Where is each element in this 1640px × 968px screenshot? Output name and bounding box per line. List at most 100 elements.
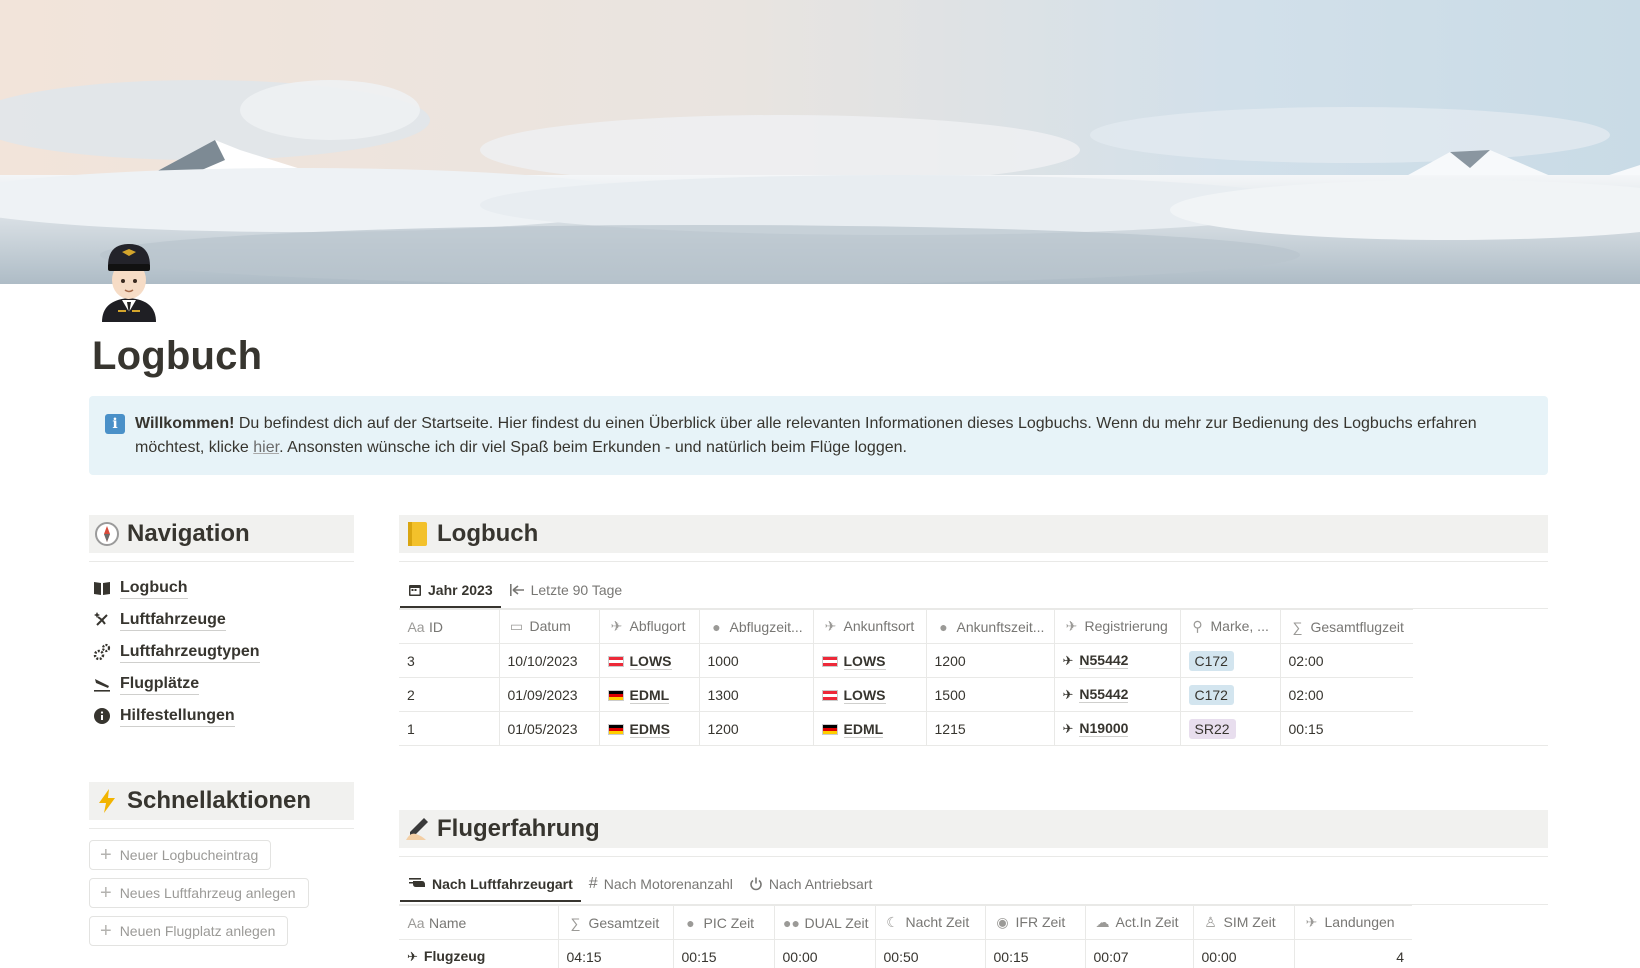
relation-link[interactable]: EDMS bbox=[629, 720, 670, 738]
nav-item-flugplaetze[interactable]: Flugplätze bbox=[92, 668, 332, 700]
cell-registrierung[interactable]: ✈ N19000 bbox=[1054, 711, 1181, 746]
column-header-datum[interactable]: ▭ Datum bbox=[499, 609, 600, 644]
column-header-nacht-zeit[interactable]: ☾ Nacht Zeit bbox=[875, 905, 986, 940]
hash-icon: # bbox=[588, 875, 598, 892]
table-row[interactable]: 1 01/05/2023 EDMS 1200 EDML 1215 ✈ N19000… bbox=[399, 711, 1413, 746]
tab-letzte-90-tage[interactable]: Letzte 90 Tage bbox=[501, 573, 631, 607]
column-header-marke[interactable]: ⚲ Marke, ... bbox=[1180, 609, 1281, 644]
cell-datum[interactable]: 10/10/2023 bbox=[499, 643, 600, 678]
cell-name[interactable]: ✈ Flugzeug bbox=[399, 939, 559, 968]
nav-item-hilfestellungen[interactable]: Hilfestellungen bbox=[92, 700, 332, 732]
cell-datum[interactable]: 01/05/2023 bbox=[499, 711, 600, 746]
relation-link[interactable]: LOWS bbox=[843, 652, 886, 670]
relation-link[interactable]: N55442 bbox=[1079, 686, 1129, 703]
column-header-sim-zeit[interactable]: ♙ SIM Zeit bbox=[1193, 905, 1295, 940]
helicopter-icon bbox=[408, 877, 426, 891]
column-header-ifr-zeit[interactable]: ◉ IFR Zeit bbox=[985, 905, 1086, 940]
new-logbook-entry-button[interactable]: + Neuer Logbucheintrag bbox=[89, 840, 272, 870]
column-header-abflugort[interactable]: ✈ Abflugort bbox=[599, 609, 700, 644]
cell-ifr[interactable]: 00:15 bbox=[985, 939, 1086, 968]
column-header-dual-zeit[interactable]: ●● DUAL Zeit bbox=[774, 905, 876, 940]
column-header-registrierung[interactable]: ✈ Registrierung bbox=[1054, 609, 1181, 644]
nav-item-logbuch[interactable]: Logbuch bbox=[92, 572, 332, 604]
cell-gesamtflugzeit[interactable]: 02:00 bbox=[1280, 677, 1413, 712]
tab-label: Nach Motorenanzahl bbox=[603, 876, 733, 892]
cell-abflugort[interactable]: EDMS bbox=[599, 711, 700, 746]
book-icon bbox=[92, 578, 112, 598]
cloud-icon: ☁ bbox=[1095, 914, 1110, 930]
table-header-row: Aa Name ∑ Gesamtzeit ● PIC Zeit ●● DUAL Zeit… bbox=[399, 905, 1412, 940]
info-icon: i bbox=[105, 414, 125, 434]
cell-nacht[interactable]: 00:50 bbox=[875, 939, 986, 968]
cell-id[interactable]: 2 bbox=[399, 677, 500, 712]
cell-abflugzeit[interactable]: 1300 bbox=[699, 677, 814, 712]
cell-abflugort[interactable]: LOWS bbox=[599, 643, 700, 678]
column-header-gesamtzeit[interactable]: ∑ Gesamtzeit bbox=[558, 905, 674, 940]
cell-ankunftsort[interactable]: EDML bbox=[813, 711, 927, 746]
navigation-divider bbox=[89, 561, 354, 562]
cell-ankunftszeit[interactable]: 1200 bbox=[926, 643, 1055, 678]
new-aircraft-button[interactable]: + Neues Luftfahrzeug anlegen bbox=[89, 878, 309, 908]
cell-ankunftszeit[interactable]: 1500 bbox=[926, 677, 1055, 712]
nav-item-label: Logbuch bbox=[120, 578, 188, 599]
cell-marke[interactable]: C172 bbox=[1180, 677, 1281, 712]
tab-jahr-2023[interactable]: Jahr 2023 bbox=[400, 573, 501, 608]
cell-gesamtzeit[interactable]: 04:15 bbox=[558, 939, 674, 968]
relation-link[interactable]: N55442 bbox=[1079, 652, 1129, 669]
table-row[interactable]: ✈ Flugzeug 04:15 00:15 00:00 00:50 00:15 … bbox=[399, 939, 1412, 968]
relation-link[interactable]: LOWS bbox=[843, 686, 886, 704]
column-header-abflugzeit[interactable]: ● Abflugzeit... bbox=[699, 609, 814, 644]
cell-gesamtflugzeit[interactable]: 02:00 bbox=[1280, 643, 1413, 678]
experience-heading: Flugerfahrung bbox=[399, 810, 1548, 848]
table-row[interactable]: 2 01/09/2023 EDML 1300 LOWS 1500 ✈ N55442… bbox=[399, 677, 1413, 712]
cell-abflugzeit[interactable]: 1200 bbox=[699, 711, 814, 746]
cell-pic[interactable]: 00:15 bbox=[673, 939, 775, 968]
column-header-gesamtflugzeit[interactable]: ∑ Gesamtflugzeit bbox=[1280, 609, 1413, 644]
cell-registrierung[interactable]: ✈ N55442 bbox=[1054, 643, 1181, 678]
relation-link[interactable]: EDML bbox=[629, 686, 670, 704]
plane-icon: ✈ bbox=[1062, 653, 1074, 668]
relation-link[interactable]: LOWS bbox=[629, 652, 672, 670]
column-header-id[interactable]: Aa ID bbox=[399, 609, 500, 644]
austria-flag-icon bbox=[607, 655, 624, 667]
relation-link[interactable]: EDML bbox=[843, 720, 884, 738]
cell-abflugzeit[interactable]: 1000 bbox=[699, 643, 814, 678]
column-header-pic-zeit[interactable]: ● PIC Zeit bbox=[673, 905, 775, 940]
cell-marke[interactable]: SR22 bbox=[1180, 711, 1281, 746]
person-icon: ● bbox=[686, 914, 695, 931]
cell-abflugort[interactable]: EDML bbox=[599, 677, 700, 712]
plus-icon: + bbox=[100, 844, 112, 866]
cell-sim[interactable]: 00:00 bbox=[1193, 939, 1295, 968]
relation-link[interactable]: N19000 bbox=[1079, 720, 1129, 737]
new-airfield-button[interactable]: + Neuen Flugplatz anlegen bbox=[89, 916, 289, 946]
table-row[interactable]: 3 10/10/2023 LOWS 1000 LOWS 1200 ✈ N55442… bbox=[399, 643, 1413, 678]
callout-link-here[interactable]: hier bbox=[253, 439, 279, 456]
row-name[interactable]: Flugzeug bbox=[424, 948, 485, 964]
cell-datum[interactable]: 01/09/2023 bbox=[499, 677, 600, 712]
tab-nach-motorenanzahl[interactable]: # Nach Motorenanzahl bbox=[581, 867, 741, 901]
cell-marke[interactable]: C172 bbox=[1180, 643, 1281, 678]
column-header-landungen[interactable]: ✈ Landungen bbox=[1294, 905, 1412, 940]
cell-id[interactable]: 1 bbox=[399, 711, 500, 746]
pilot-emoji-icon[interactable] bbox=[96, 238, 162, 322]
column-header-ankunftsort[interactable]: ✈ Ankunftsort bbox=[813, 609, 927, 644]
cell-ankunftsort[interactable]: LOWS bbox=[813, 677, 927, 712]
cell-ankunftszeit[interactable]: 1215 bbox=[926, 711, 1055, 746]
cell-landungen[interactable]: 4 bbox=[1294, 939, 1412, 968]
table-bottom-divider bbox=[1413, 745, 1548, 746]
nav-item-luftfahrzeugtypen[interactable]: Luftfahrzeugtypen bbox=[92, 636, 332, 668]
tab-nach-luftfahrzeugart[interactable]: Nach Luftfahrzeugart bbox=[400, 867, 581, 902]
search-icon: ⚲ bbox=[1192, 618, 1203, 634]
cell-gesamtflugzeit[interactable]: 00:15 bbox=[1280, 711, 1413, 746]
cell-dual[interactable]: 00:00 bbox=[774, 939, 876, 968]
cell-ankunftsort[interactable]: LOWS bbox=[813, 643, 927, 678]
page-title[interactable]: Logbuch bbox=[92, 334, 262, 379]
nav-item-luftfahrzeuge[interactable]: Luftfahrzeuge bbox=[92, 604, 332, 636]
cell-actin[interactable]: 00:07 bbox=[1085, 939, 1194, 968]
column-header-ankunftszeit[interactable]: ● Ankunftszeit... bbox=[926, 609, 1055, 644]
column-header-name[interactable]: Aa Name bbox=[399, 905, 559, 940]
column-header-actin-zeit[interactable]: ☁ Act.In Zeit bbox=[1085, 905, 1194, 940]
cell-registrierung[interactable]: ✈ N55442 bbox=[1054, 677, 1181, 712]
tab-nach-antriebsart[interactable]: Nach Antriebsart bbox=[741, 867, 881, 901]
cell-id[interactable]: 3 bbox=[399, 643, 500, 678]
